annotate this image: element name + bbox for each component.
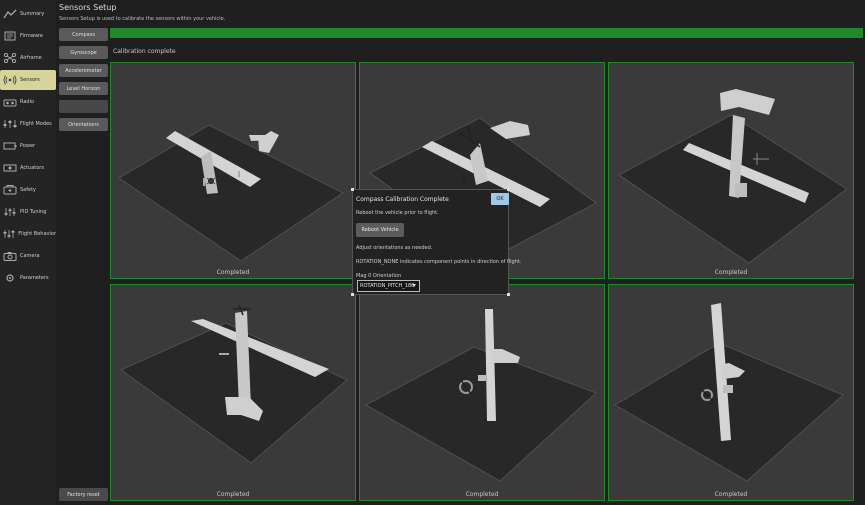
sidebar-item-airframe[interactable]: Airframe: [0, 48, 56, 68]
airplane-illustration: [365, 309, 597, 482]
sidebar-item-camera[interactable]: Camera: [0, 246, 56, 266]
sidebar-item-safety[interactable]: Safety: [0, 180, 56, 200]
sensors-icon: [2, 73, 18, 87]
mag-orientation-select[interactable]: ROTATION_PITCH_180: [357, 280, 420, 292]
sidebar-item-label: Firmware: [20, 33, 43, 39]
sidebar-item-label: Radio: [20, 99, 35, 105]
sidebar-item-label: PID Tuning: [20, 209, 47, 215]
disabled-sensor-button[interactable]: [59, 100, 108, 113]
page-subtitle: Sensors Setup is used to calibrate the s…: [59, 16, 226, 22]
dialog-title: Compass Calibration Complete: [356, 196, 449, 203]
sidebar-item-power[interactable]: Power: [0, 136, 56, 156]
airplane-illustration: [618, 89, 848, 264]
reboot-vehicle-button[interactable]: Reboot Vehicle: [356, 223, 404, 237]
reboot-message: Reboot the vehicle prior to flight.: [356, 210, 439, 216]
sidebar-item-parameters[interactable]: Parameters: [0, 268, 56, 288]
sidebar-item-sensors[interactable]: Sensors: [0, 70, 56, 90]
calibration-progress-bar: [110, 28, 863, 38]
level-horizon-button[interactable]: Level Horizon: [59, 82, 108, 95]
rotation-note: ROTATION_NONE indicates component points…: [356, 259, 522, 265]
pid-tuning-icon: [2, 205, 18, 219]
sidebar-item-label: Actuators: [20, 165, 44, 171]
airplane-illustration: [614, 303, 844, 482]
accelerometer-button[interactable]: Accelerometer: [59, 64, 108, 77]
page-title: Sensors Setup: [59, 3, 117, 12]
sidebar-item-summary[interactable]: Summary: [0, 4, 56, 24]
airplane-illustration: [118, 124, 344, 262]
calibration-status: Calibration complete: [113, 48, 176, 55]
actuators-icon: [2, 161, 18, 175]
camera-icon: [2, 249, 18, 263]
sidebar-item-label: Camera: [20, 253, 40, 259]
ok-button[interactable]: OK: [491, 193, 509, 205]
power-icon: [2, 139, 18, 153]
airframe-icon: [2, 51, 18, 65]
gyroscope-button[interactable]: Gyroscope: [59, 46, 108, 59]
adjust-message: Adjust orientations as needed.: [356, 245, 433, 251]
sidebar-item-flight-behavior[interactable]: Flight Behavior: [0, 224, 56, 244]
cell-status-label: Completed: [216, 269, 250, 276]
dialog-corner-handle: [507, 188, 510, 191]
sidebar-item-actuators[interactable]: Actuators: [0, 158, 56, 178]
sidebar-item-radio[interactable]: Radio: [0, 92, 56, 112]
compass-button[interactable]: Compass: [59, 28, 108, 41]
orientation-cell-3: Completed: [608, 62, 854, 279]
orientation-cell-6: Completed: [608, 284, 854, 501]
dialog-corner-handle: [351, 293, 354, 296]
compass-calibration-dialog: Compass Calibration Complete OK Reboot t…: [351, 188, 521, 296]
radio-icon: [2, 95, 18, 109]
sidebar-item-label: Airframe: [20, 55, 42, 61]
parameters-icon: [2, 271, 18, 285]
sidebar-item-label: Power: [20, 143, 36, 149]
sidebar-item-firmware[interactable]: Firmware: [0, 26, 56, 46]
orientations-button[interactable]: Orientations: [59, 118, 108, 131]
sidebar: Summary Firmware Airframe Sensors Radio …: [0, 0, 56, 505]
dialog-corner-handle: [351, 188, 354, 191]
sidebar-item-pid-tuning[interactable]: PID Tuning: [0, 202, 56, 222]
flight-modes-icon: [2, 117, 18, 131]
cell-status-label: Completed: [216, 491, 250, 498]
sidebar-item-label: Summary: [20, 11, 45, 17]
sidebar-item-label: Flight Modes: [20, 121, 52, 127]
cell-status-label: Completed: [714, 269, 748, 276]
flight-behavior-icon: [2, 227, 16, 241]
orientation-cell-5: Completed: [359, 284, 605, 501]
airplane-illustration: [120, 304, 348, 464]
orientation-cell-4: Completed: [110, 284, 356, 501]
orientation-cell-1: Completed: [110, 62, 356, 279]
chevron-down-icon: [412, 284, 416, 287]
calibration-progress-fill: [110, 28, 863, 38]
sidebar-item-label: Flight Behavior: [18, 231, 56, 237]
dialog-corner-handle: [507, 293, 510, 296]
sidebar-item-label: Parameters: [20, 275, 49, 281]
factory-reset-button[interactable]: Factory reset: [59, 488, 108, 501]
firmware-icon: [2, 29, 18, 43]
safety-icon: [2, 183, 18, 197]
mag-orientation-value: ROTATION_PITCH_180: [360, 283, 415, 289]
sidebar-item-label: Safety: [20, 187, 36, 193]
mag-orientation-label: Mag 0 Orientation: [356, 273, 402, 279]
cell-status-label: Completed: [465, 491, 499, 498]
sidebar-item-flight-modes[interactable]: Flight Modes: [0, 114, 56, 134]
sidebar-item-label: Sensors: [20, 77, 40, 83]
cell-status-label: Completed: [714, 491, 748, 498]
summary-icon: [2, 7, 18, 21]
